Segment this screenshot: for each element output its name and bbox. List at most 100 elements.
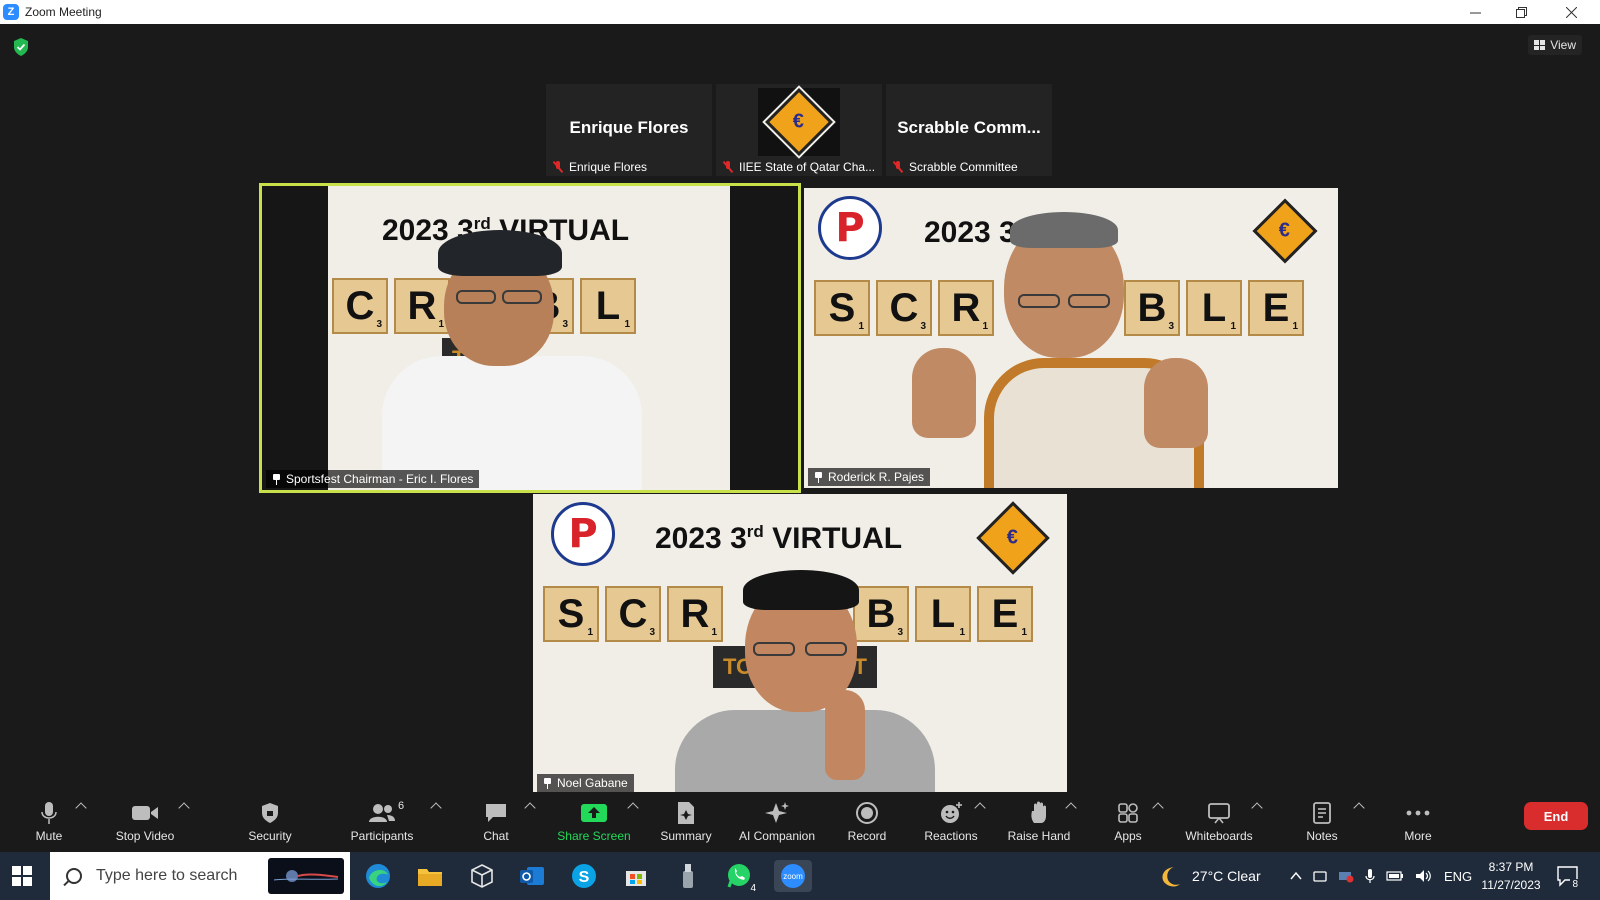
participants-icon [369,804,395,822]
participant-name-label: Roderick R. Pajes [808,468,931,486]
taskbar-clock[interactable]: 8:37 PM 11/27/2023 [1476,858,1546,894]
clock-date: 11/27/2023 [1481,878,1541,892]
muted-mic-icon [892,161,904,173]
participants-label: Participants [350,829,414,843]
outlook-icon[interactable] [516,860,548,892]
participant-name: Enrique Flores [569,160,648,174]
pin-icon [543,777,552,789]
meet-now-icon[interactable] [1313,869,1327,883]
pin-icon [272,473,281,485]
search-highlight-thumbnail[interactable] [268,858,344,894]
restore-button[interactable] [1498,0,1544,24]
notification-center-button[interactable]: 8 [1556,864,1580,890]
view-button[interactable]: View [1528,35,1582,55]
strip-participant-enrique[interactable]: Enrique Flores Enrique Flores [546,84,712,176]
file-explorer-icon[interactable] [414,860,446,892]
reactions-button[interactable]: Reactions [920,792,982,852]
battery-icon[interactable] [1386,870,1404,882]
reactions-emoji-icon [941,802,962,823]
participants-options-chevron-icon[interactable] [430,802,442,814]
edge-browser-icon[interactable] [362,860,394,892]
notes-label: Notes [1306,829,1338,843]
encryption-shield-icon[interactable] [13,38,29,56]
stop-video-button[interactable]: Stop Video [110,792,180,852]
close-button[interactable] [1548,0,1594,24]
security-button[interactable]: Security [240,792,300,852]
security-label: Security [248,829,292,843]
video-options-chevron-icon[interactable] [178,802,190,814]
banner-heading: 2023 3 [924,216,1016,249]
summary-button[interactable]: Summary [656,792,716,852]
record-button[interactable]: Record [842,792,892,852]
apps-icon [1118,803,1138,823]
participants-count-badge: 6 [398,800,405,812]
microphone-icon [41,802,57,824]
reactions-label: Reactions [924,829,978,843]
ppo-logo: P [818,196,882,260]
chat-options-chevron-icon[interactable] [524,802,536,814]
taskbar-search-box[interactable]: Type here to search [50,852,350,900]
grid-view-icon [1534,40,1546,50]
minimize-button[interactable] [1452,0,1498,24]
notes-button[interactable]: Notes [1300,792,1344,852]
video-tile-roderick-pajes[interactable]: P 2023 3 € S1 C3 R1 B3 L1 E1 Roderick R.… [804,188,1338,488]
close-icon [1565,6,1577,18]
network-alert-icon[interactable] [1338,869,1354,883]
whiteboards-button[interactable]: Whiteboards [1180,792,1258,852]
muted-mic-icon [552,161,564,173]
microsoft-store-icon[interactable] [620,860,652,892]
window-title-bar: Z Zoom Meeting [0,0,1600,24]
participant-name: Scrabble Committee [909,160,1018,174]
window-title: Zoom Meeting [25,5,102,19]
tray-microphone-icon[interactable] [1365,868,1375,884]
mute-label: Mute [35,829,63,843]
share-screen-label: Share Screen [557,829,631,843]
whatsapp-icon[interactable]: 4 [724,860,758,894]
skype-icon[interactable]: S [568,860,600,892]
summary-document-icon [678,802,694,824]
meeting-area: View Enrique Flores Enrique Flores € IIE… [0,24,1600,794]
participant-name-label: Scrabble Committee [892,160,1018,174]
notes-options-chevron-icon[interactable] [1353,802,1365,814]
show-hidden-icons-chevron-icon[interactable] [1290,871,1302,881]
ai-companion-button[interactable]: AI Companion [730,792,824,852]
view-label: View [1550,38,1576,52]
video-tile-noel-gabane[interactable]: P 2023 3rd VIRTUAL € S1 C3 R1 B3 L1 E1 T… [533,494,1067,794]
strip-participant-scrabble-committee[interactable]: Scrabble Comm... Scrabble Committee [886,84,1052,176]
mute-options-chevron-icon[interactable] [75,802,87,814]
iiee-logo: € [973,498,1053,578]
weather-widget[interactable]: 27°C Clear [1160,852,1261,900]
raise-hand-label: Raise Hand [1007,829,1071,843]
windows-start-icon[interactable] [12,866,32,886]
search-icon [66,868,82,884]
windows-taskbar: Type here to search S 4 zoom 27°C Clear [0,852,1600,900]
share-screen-button[interactable]: Share Screen [554,792,634,852]
mute-button[interactable]: Mute [24,792,74,852]
letter-tile: S1 [814,280,870,336]
pin-icon [814,471,823,483]
svg-text:S: S [579,869,590,886]
zoom-taskbar-icon[interactable]: zoom [774,860,812,892]
end-meeting-button[interactable]: End [1524,802,1588,830]
3d-viewer-icon[interactable] [466,860,498,892]
participants-button[interactable]: Participants [344,792,420,852]
summary-label: Summary [660,829,712,843]
volume-icon[interactable] [1415,869,1433,883]
search-placeholder: Type here to search [96,867,238,884]
meeting-toolbar: Mute Stop Video Security Participants 6 … [0,792,1600,852]
raise-hand-button[interactable]: Raise Hand [1004,792,1074,852]
input-language[interactable]: ENG [1444,869,1472,884]
letter-tile: R1 [938,280,994,336]
chat-button[interactable]: Chat [476,792,516,852]
whiteboard-icon [1208,803,1230,824]
more-button[interactable]: More [1396,792,1440,852]
apps-button[interactable]: Apps [1100,792,1156,852]
whatsapp-unread-badge: 4 [748,883,758,894]
chat-icon [486,804,506,822]
strip-participant-iiee[interactable]: € IIEE State of Qatar Cha... [716,84,882,176]
iiee-logo: € [1250,196,1320,266]
usb-drive-icon[interactable] [672,860,704,892]
video-tile-eric-flores[interactable]: 2023 3rd VIRTUAL C3 R1 B3 L1 TO Sportsfe… [259,183,801,493]
weather-text: 27°C Clear [1192,868,1261,884]
participant-name-label: Enrique Flores [552,160,647,174]
